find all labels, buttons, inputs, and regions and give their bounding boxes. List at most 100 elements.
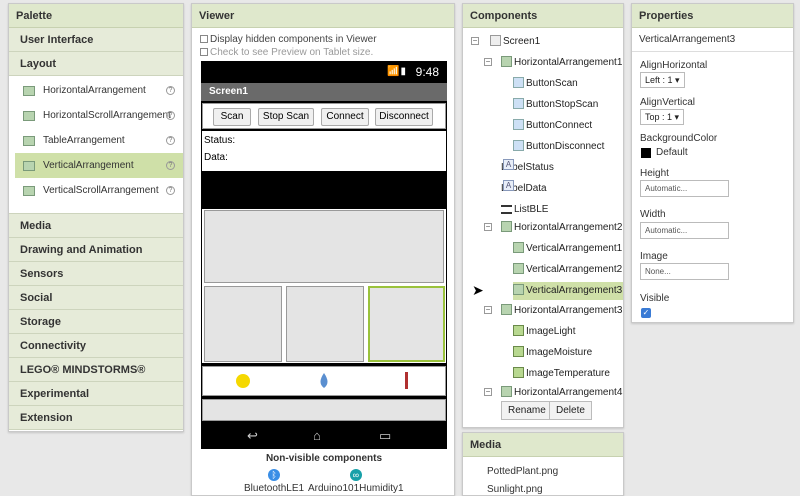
- tree-horizontal-arrangement-3[interactable]: HorizontalArrangement3: [501, 302, 622, 320]
- width-input[interactable]: Automatic...: [640, 222, 729, 239]
- image-input[interactable]: None...: [640, 263, 729, 280]
- category-connectivity[interactable]: Connectivity: [9, 334, 183, 358]
- help-icon[interactable]: ?: [166, 136, 175, 145]
- vertical-arrangement-2-preview[interactable]: [286, 286, 364, 362]
- nonvisible-bluetooth[interactable]: ᛒ BluetoothLE1: [244, 469, 304, 494]
- sun-icon: [236, 374, 250, 388]
- category-drawing-animation[interactable]: Drawing and Animation: [9, 238, 183, 262]
- visible-checkbox[interactable]: ✓: [641, 308, 651, 318]
- category-storage[interactable]: Storage: [9, 310, 183, 334]
- collapse-ha2[interactable]: −: [484, 223, 492, 231]
- tree-horizontal-arrangement-2[interactable]: HorizontalArrangement2: [501, 219, 622, 237]
- vertical-arrangement-3-preview[interactable]: [368, 286, 445, 362]
- help-icon[interactable]: ?: [166, 86, 175, 95]
- tree-horizontal-arrangement-1[interactable]: HorizontalArrangement1: [501, 54, 622, 72]
- palette-item-label: VerticalArrangement: [43, 160, 134, 171]
- height-label: Height: [640, 168, 669, 179]
- align-vertical-label: AlignVertical: [640, 97, 696, 108]
- horizontal-arrangement-2[interactable]: [202, 209, 446, 363]
- label-status[interactable]: Status:: [204, 135, 235, 146]
- background-color-swatch[interactable]: [641, 148, 651, 158]
- tree-horizontal-arrangement-4[interactable]: HorizontalArrangement4: [501, 384, 622, 402]
- palette-item-table-arrangement[interactable]: TableArrangement ?: [15, 128, 183, 153]
- palette-item-vertical-arrangement[interactable]: VerticalArrangement ?: [15, 153, 183, 178]
- category-social[interactable]: Social: [9, 286, 183, 310]
- rename-button[interactable]: Rename: [501, 401, 553, 420]
- tree-image-temperature[interactable]: ImageTemperature: [513, 365, 610, 383]
- tree-button-scan[interactable]: ButtonScan: [513, 75, 578, 93]
- display-hidden-option[interactable]: Display hidden components in Viewer: [192, 34, 454, 46]
- align-horizontal-label: AlignHorizontal: [640, 60, 708, 71]
- horizontal-arrangement-1[interactable]: Scan Stop Scan Connect Disconnect: [202, 103, 446, 129]
- category-experimental[interactable]: Experimental: [9, 382, 183, 406]
- horizontal-arrangement-3[interactable]: [202, 366, 446, 396]
- sensor-images: [236, 372, 408, 389]
- components-panel: Components − Screen1 − HorizontalArrange…: [462, 3, 624, 428]
- tree-list-ble[interactable]: ListBLE: [501, 201, 548, 219]
- screen-canvas[interactable]: Scan Stop Scan Connect Disconnect Status…: [201, 101, 447, 421]
- collapse-screen1[interactable]: −: [471, 37, 479, 45]
- palette-item-horizontal-scroll-arrangement[interactable]: HorizontalScrollArrangement ?: [15, 103, 183, 128]
- horizontal-arrangement-icon: [23, 86, 35, 96]
- category-sensors[interactable]: Sensors: [9, 262, 183, 286]
- palette-item-horizontal-arrangement[interactable]: HorizontalArrangement ?: [15, 78, 183, 103]
- palette-item-label: HorizontalArrangement: [43, 85, 146, 96]
- nonvisible-arduino[interactable]: ∞ Arduino101Humidity1: [308, 469, 404, 494]
- button-stop-scan[interactable]: Stop Scan: [258, 108, 314, 126]
- thermometer-icon: [405, 372, 408, 389]
- button-connect[interactable]: Connect: [321, 108, 369, 126]
- tablet-preview-option[interactable]: Check to see Preview on Tablet size.: [192, 47, 454, 59]
- phone-time: 9:48: [415, 65, 439, 79]
- category-media[interactable]: Media: [9, 214, 183, 238]
- align-vertical-dropdown[interactable]: Top : 1 ▾: [640, 109, 685, 125]
- align-horizontal-dropdown[interactable]: Left : 1 ▾: [640, 72, 685, 88]
- tablet-preview-checkbox[interactable]: [200, 48, 208, 56]
- tree-button-connect[interactable]: ButtonConnect: [513, 117, 592, 135]
- tree-image-light[interactable]: ImageLight: [513, 323, 575, 341]
- tree-vertical-arrangement-2[interactable]: VerticalArrangement2: [513, 261, 622, 279]
- tree-button-disconnect[interactable]: ButtonDisconnect: [513, 138, 604, 156]
- tree-vertical-arrangement-1[interactable]: VerticalArrangement1: [513, 240, 622, 258]
- media-item-sunlight[interactable]: Sunlight.png: [463, 481, 623, 495]
- viewer-panel: Viewer Display hidden components in View…: [191, 3, 455, 496]
- category-user-interface[interactable]: User Interface: [9, 28, 183, 52]
- help-icon[interactable]: ?: [166, 161, 175, 170]
- recents-icon: ▭: [379, 428, 392, 443]
- tablet-preview-label: Check to see Preview on Tablet size.: [210, 47, 374, 58]
- category-lego-mindstorms[interactable]: LEGO® MINDSTORMS®: [9, 358, 183, 382]
- palette-item-label: TableArrangement: [43, 135, 125, 146]
- media-item-potted-plant[interactable]: PottedPlant.png: [463, 463, 623, 481]
- tree-screen1[interactable]: Screen1: [490, 33, 540, 51]
- collapse-ha1[interactable]: −: [484, 58, 492, 66]
- palette-item-vertical-scroll-arrangement[interactable]: VerticalScrollArrangement ?: [15, 178, 183, 203]
- background-color-value[interactable]: Default: [656, 147, 688, 158]
- tree-button-stop-scan[interactable]: ButtonStopScan: [513, 96, 598, 114]
- category-layout[interactable]: Layout: [9, 52, 183, 76]
- button-icon: [513, 140, 524, 151]
- screen-icon: [490, 35, 501, 46]
- tree-vertical-arrangement-3[interactable]: VerticalArrangement3: [513, 282, 623, 300]
- height-input[interactable]: Automatic...: [640, 180, 729, 197]
- button-scan[interactable]: Scan: [213, 108, 251, 126]
- arrangement-icon: [501, 304, 512, 315]
- button-icon: [513, 77, 524, 88]
- display-hidden-checkbox[interactable]: [200, 35, 208, 43]
- image-label: Image: [640, 251, 668, 262]
- vertical-arrangement-1-preview[interactable]: [204, 286, 282, 362]
- collapse-ha4[interactable]: −: [484, 388, 492, 396]
- screen-title-bar: Screen1: [201, 83, 447, 101]
- category-extension[interactable]: Extension: [9, 406, 183, 430]
- list-ble-preview[interactable]: [204, 210, 444, 283]
- help-icon[interactable]: ?: [166, 186, 175, 195]
- phone-preview: 📶▮ 9:48 Screen1 Scan Stop Scan Connect D…: [201, 61, 447, 449]
- help-icon[interactable]: ?: [166, 111, 175, 120]
- tree-image-moisture[interactable]: ImageMoisture: [513, 344, 592, 362]
- horizontal-arrangement-4[interactable]: [202, 399, 446, 421]
- water-drop-icon: [320, 373, 328, 388]
- button-disconnect[interactable]: Disconnect: [375, 108, 433, 126]
- delete-button[interactable]: Delete: [549, 401, 592, 420]
- tree-label-data[interactable]: A LabelData: [501, 180, 547, 198]
- collapse-ha3[interactable]: −: [484, 306, 492, 314]
- tree-label-status[interactable]: A LabelStatus: [501, 159, 554, 177]
- label-data[interactable]: Data:: [204, 152, 228, 163]
